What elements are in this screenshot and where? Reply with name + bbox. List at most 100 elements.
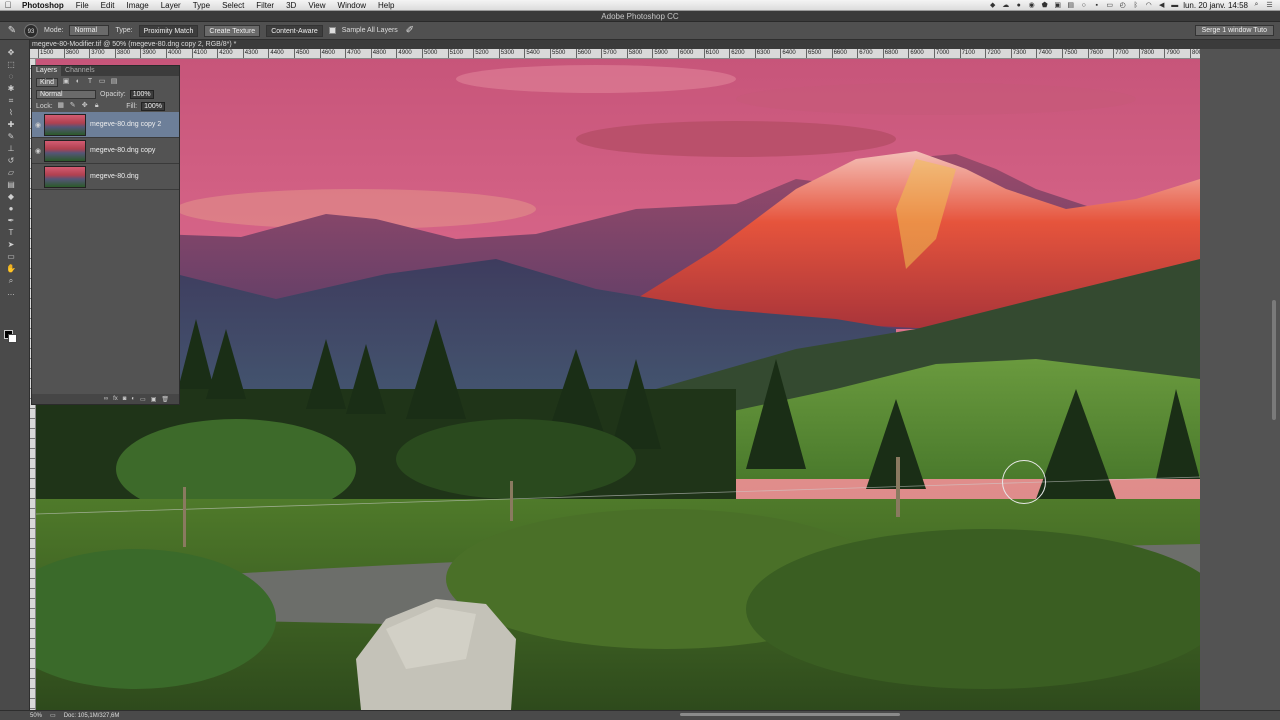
path-select-tool-icon[interactable]: ➤ [4,240,18,250]
gradient-tool-icon[interactable]: ▤ [4,180,18,190]
shield-icon[interactable]: ⬟ [1040,1,1049,9]
vertical-scrollbar[interactable] [1272,300,1276,420]
menu-filter[interactable]: Filter [250,1,280,10]
sample-all-layers-checkbox[interactable] [328,27,336,34]
menu-help[interactable]: Help [372,1,400,10]
document-tab[interactable]: megeve-80-Modifier.tif @ 50% (megeve-80.… [30,40,1280,49]
type-content-aware[interactable]: Content-Aware [266,24,323,37]
notification-icon[interactable]: ☰ [1265,1,1274,9]
layer-row-copy[interactable]: ◉ megeve-80.dng copy [32,138,179,164]
zoom-level[interactable]: 50% [30,713,42,719]
filter-smart-object-icon[interactable]: ▤ [110,78,118,86]
brush-size-picker[interactable]: 93 [24,23,38,38]
horizontal-scrollbar[interactable] [680,713,900,716]
battery-icon[interactable]: ▬ [1170,1,1179,9]
type-create-texture[interactable]: Create Texture [204,24,261,37]
layer-style-icon[interactable]: fx [113,396,118,402]
move-tool-icon[interactable]: ✥ [4,48,18,58]
adjustment-layer-icon[interactable]: ◐ [131,396,135,402]
filter-shape-icon[interactable]: ▭ [98,78,106,86]
mode-select[interactable]: Normal [69,25,110,36]
filter-kind-select[interactable]: Kind [36,77,59,87]
menu-image[interactable]: Image [120,1,154,10]
menu-file[interactable]: File [70,1,95,10]
edit-toolbar-icon[interactable]: … [4,288,18,298]
clipboard-icon[interactable]: ▣ [1053,1,1062,9]
apple-icon[interactable]:  [0,0,16,10]
menu-app[interactable]: Photoshop [16,1,70,10]
opacity-input[interactable]: 100% [129,89,154,99]
ruler-tick-label: 7800 [1138,49,1154,58]
lock-image-icon[interactable]: ✎ [69,102,77,110]
link-layers-icon[interactable]: ∞ [104,396,108,402]
folder-icon[interactable]: ▤ [1066,1,1075,9]
pen-tool-icon[interactable]: ✒ [4,216,18,226]
visibility-eye-icon[interactable]: ◉ [32,147,44,155]
lasso-tool-icon[interactable]: ◌ [4,72,18,82]
type-tool-icon[interactable]: T [4,228,18,238]
doc-info[interactable]: Doc: 105,1M/327,6M [64,713,120,719]
visibility-eye-icon[interactable]: ◉ [32,121,44,129]
menu-window[interactable]: Window [332,1,372,10]
cloud-icon[interactable]: ☁ [1001,1,1010,9]
menu-type[interactable]: Type [187,1,216,10]
filter-type-icon[interactable]: T [86,78,94,86]
filter-pixel-icon[interactable]: ▣ [62,78,70,86]
type-proximity-match[interactable]: Proximity Match [138,24,199,37]
brush-tool-icon[interactable]: ✎ [4,132,18,142]
wifi-icon[interactable]: ◠ [1144,1,1153,9]
menubar-clock[interactable]: lun. 20 janv. 14:58 [1183,1,1248,10]
clone-stamp-tool-icon[interactable]: ⊥ [4,144,18,154]
new-group-icon[interactable]: ▭ [140,396,146,403]
visibility-eye-icon[interactable]: ◉ [32,173,44,181]
background-color-swatch[interactable] [8,334,17,343]
tab-channels[interactable]: Channels [61,66,99,76]
crop-tool-icon[interactable]: ⌗ [4,96,18,106]
hand-tool-icon[interactable]: ✋ [4,264,18,274]
delete-layer-icon[interactable]: 🗑︎ [161,396,169,403]
eyedropper-tool-icon[interactable]: ⌇ [4,108,18,118]
menu-edit[interactable]: Edit [95,1,121,10]
layer-row-base[interactable]: ◉ megeve-80.dng [32,164,179,190]
dropbox-icon[interactable]: ◆ [988,1,997,9]
history-brush-tool-icon[interactable]: ↺ [4,156,18,166]
menu-3d[interactable]: 3D [280,1,302,10]
zoom-tool-icon[interactable]: ⌕ [4,276,18,286]
marquee-tool-icon[interactable]: ⬚ [4,60,18,70]
pressure-icon[interactable]: ✐ [404,25,416,37]
lock-transparent-icon[interactable]: ▦ [57,102,65,110]
ruler-horizontal[interactable]: 1500 3600 3700 3800 3900 4000 4100 4200 4300 4400… [30,49,1200,59]
circle-icon[interactable]: ○ [1079,1,1088,9]
status-menu-icon[interactable]: ▭ [50,712,56,719]
spotlight-icon[interactable]: ⌕ [1252,1,1261,9]
camera-icon[interactable]: ▪ [1092,1,1101,9]
display-icon[interactable]: ▭ [1105,1,1114,9]
tool-preset-icon[interactable]: ✎ [6,25,18,37]
app-icon[interactable]: ● [1014,1,1023,9]
filter-adjustment-icon[interactable]: ◐ [74,78,82,86]
tab-layers[interactable]: Layers [32,66,62,76]
time-machine-icon[interactable]: ◴ [1118,1,1127,9]
workspace-switcher[interactable]: Serge 1 window Tuto [1194,25,1274,36]
menu-layer[interactable]: Layer [155,1,187,10]
eraser-tool-icon[interactable]: ▱ [4,168,18,178]
blend-mode-select[interactable]: Normal [36,89,96,99]
layer-row-copy-2[interactable]: ◉ megeve-80.dng copy 2 [32,112,179,138]
dodge-tool-icon[interactable]: ● [4,204,18,214]
ruler-tick-label: 5700 [601,49,617,58]
menu-select[interactable]: Select [216,1,250,10]
spot-healing-tool-icon[interactable]: ✚ [4,120,18,130]
bluetooth-icon[interactable]: ᛒ [1131,1,1140,9]
new-layer-icon[interactable]: ▣ [151,396,157,403]
shape-tool-icon[interactable]: ▭ [4,252,18,262]
add-mask-icon[interactable]: ◙ [123,396,127,402]
lock-all-icon[interactable]: 🔒︎ [93,102,101,110]
fill-input[interactable]: 100% [141,101,165,111]
document-canvas[interactable] [36,59,1200,710]
volume-icon[interactable]: ◀ [1157,1,1166,9]
quick-select-tool-icon[interactable]: ✱ [4,84,18,94]
lock-position-icon[interactable]: ✥ [81,102,89,110]
blur-tool-icon[interactable]: ◆ [4,192,18,202]
menu-view[interactable]: View [302,1,331,10]
record-icon[interactable]: ◉ [1027,1,1036,9]
